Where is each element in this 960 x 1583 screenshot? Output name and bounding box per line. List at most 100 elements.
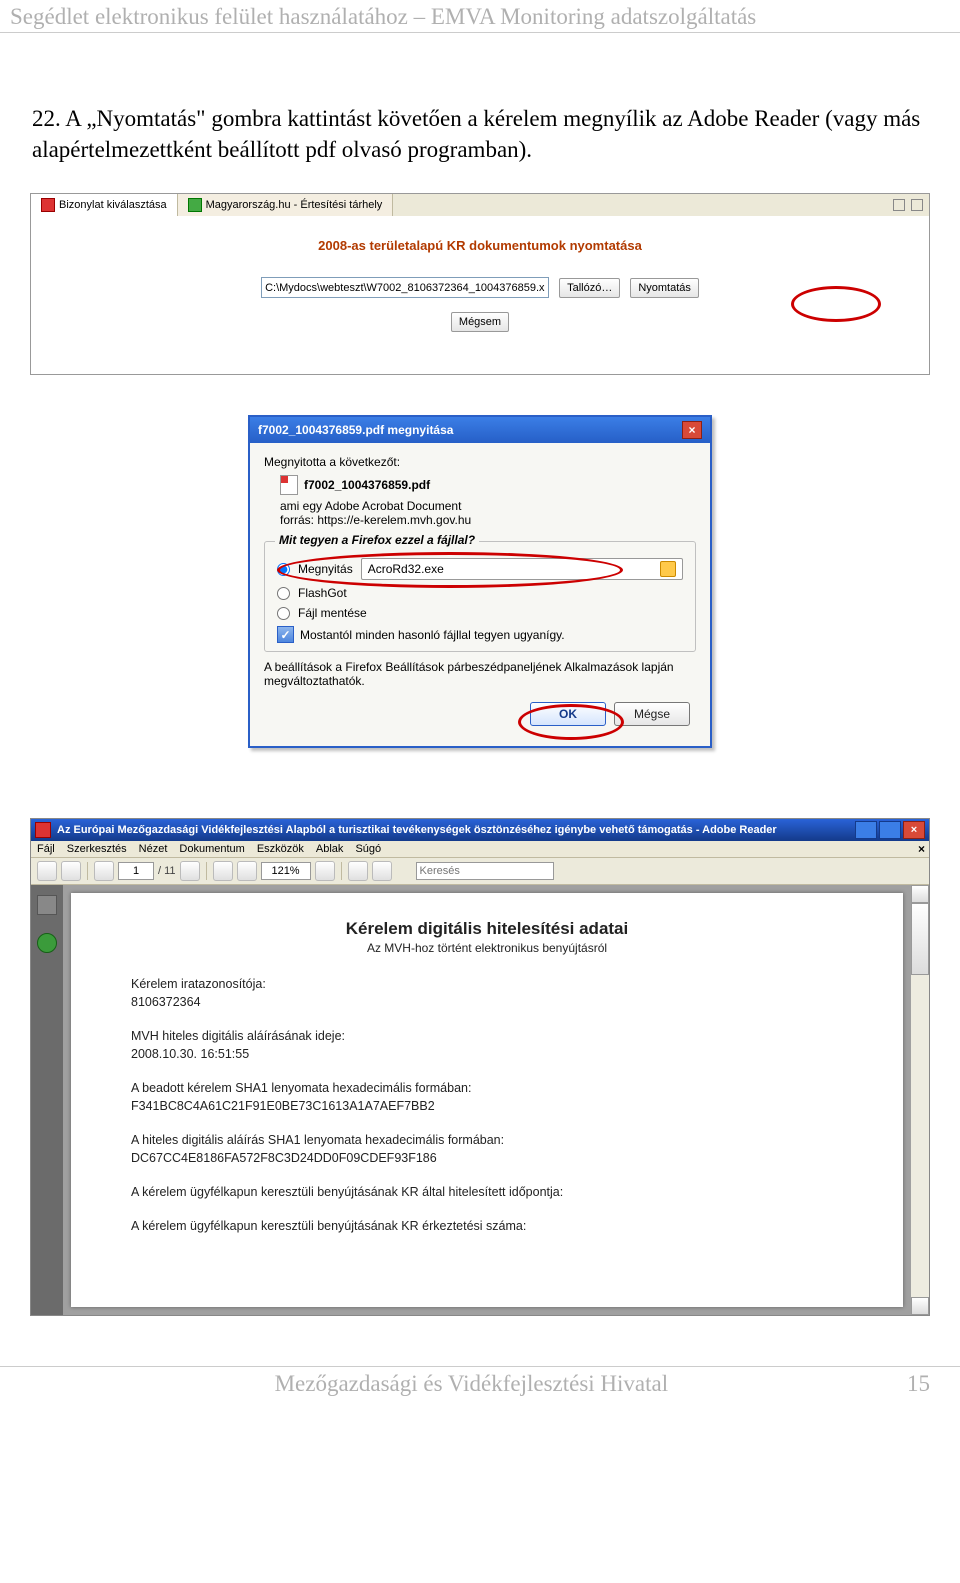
doc-value: F341BC8C4A61C21F91E0BE73C1613A1A7AEF7BB2 — [131, 1099, 843, 1113]
list-tabs-icon[interactable] — [911, 199, 923, 211]
cancel-button[interactable]: Mégsem — [451, 312, 509, 332]
opened-label: Megnyitotta a következőt: — [264, 455, 696, 469]
doc-line: A kérelem ügyfélkapun keresztüli benyújt… — [131, 1185, 843, 1199]
dialog-footer: OK Mégse — [264, 694, 696, 736]
tab-magyarorszag[interactable]: Magyarország.hu - Értesítési tárhely — [178, 194, 394, 216]
cancel-button[interactable]: Mégse — [614, 702, 690, 726]
zoom-input[interactable] — [261, 862, 311, 880]
print-button[interactable]: Nyomtatás — [630, 278, 699, 298]
new-tab-icon[interactable] — [893, 199, 905, 211]
reader-canvas: Kérelem digitális hitelesítési adatai Az… — [31, 885, 929, 1315]
zoom-in-icon[interactable] — [237, 861, 257, 881]
scroll-down-button[interactable] — [911, 1297, 929, 1315]
separator — [206, 862, 207, 880]
radio-open-row[interactable]: Megnyitás AcroRd32.exe — [277, 558, 683, 580]
filetype: ami egy Adobe Acrobat Document — [280, 499, 696, 513]
app-icon — [35, 822, 51, 838]
search-input[interactable] — [416, 862, 554, 880]
print-icon[interactable] — [37, 861, 57, 881]
radio-save-row[interactable]: Fájl mentése — [277, 606, 683, 620]
menu-eszkozok[interactable]: Eszközök — [257, 843, 304, 855]
document-header: Segédlet elektronikus felület használatá… — [0, 0, 960, 33]
reader-menubar: Fájl Szerkesztés Nézet Dokumentum Eszköz… — [31, 841, 929, 858]
tool-icon[interactable] — [348, 861, 368, 881]
scroll-track[interactable] — [911, 975, 929, 1297]
page-next-icon[interactable] — [180, 861, 200, 881]
radio-flashgot-row[interactable]: FlashGot — [277, 586, 683, 600]
reader-title: Az Európai Mezőgazdasági Vidékfejlesztés… — [57, 824, 777, 836]
doc-line: A hiteles digitális aláírás SHA1 lenyoma… — [131, 1133, 843, 1147]
document-viewport[interactable]: Kérelem digitális hitelesítési adatai Az… — [63, 885, 911, 1315]
reader-sidebar — [31, 885, 63, 1315]
menu-szerkesztes[interactable]: Szerkesztés — [67, 843, 127, 855]
always-check-row[interactable]: ✓ Mostantól minden hasonló fájllal tegye… — [277, 626, 683, 643]
reader-toolbar: / 11 — [31, 858, 929, 885]
tab-extra — [887, 194, 929, 216]
help-icon[interactable] — [37, 933, 57, 953]
doc-value: DC67CC4E8186FA572F8C3D24DD0F09CDEF93F186 — [131, 1151, 843, 1165]
page-prev-icon[interactable] — [94, 861, 114, 881]
checkbox-always[interactable]: ✓ — [277, 626, 294, 643]
file-row: f7002_1004376859.pdf — [280, 475, 696, 495]
menu-sugo[interactable]: Súgó — [355, 843, 381, 855]
doc-line: A beadott kérelem SHA1 lenyomata hexadec… — [131, 1081, 843, 1095]
doc-close-icon[interactable]: × — [918, 842, 925, 856]
doc-line: A kérelem ügyfélkapun keresztüli benyújt… — [131, 1219, 843, 1233]
zoom-dropdown-icon[interactable] — [315, 861, 335, 881]
separator — [87, 862, 88, 880]
menu-dokumentum[interactable]: Dokumentum — [179, 843, 244, 855]
tab-bar: Bizonylat kiválasztása Magyarország.hu -… — [31, 194, 929, 217]
doc-line: MVH hiteles digitális aláírásának ideje: — [131, 1029, 843, 1043]
scroll-thumb[interactable] — [911, 903, 929, 975]
tab-label: Bizonylat kiválasztása — [59, 199, 167, 211]
close-button[interactable]: × — [682, 421, 702, 439]
close-button[interactable]: × — [903, 821, 925, 839]
dialog-body: Megnyitotta a következőt: f7002_10043768… — [250, 443, 710, 746]
scrollbar[interactable] — [911, 885, 929, 1315]
pdf-page: Kérelem digitális hitelesítési adatai Az… — [71, 893, 903, 1307]
page-number: 15 — [907, 1371, 930, 1397]
checkbox-always-label: Mostantól minden hasonló fájllal tegyen … — [300, 628, 565, 642]
file-path-input[interactable] — [261, 277, 549, 298]
download-dialog: f7002_1004376859.pdf megnyitása × Megnyi… — [248, 415, 712, 748]
app-name: AcroRd32.exe — [368, 562, 444, 576]
page-total: / 11 — [158, 865, 176, 877]
menu-nezet[interactable]: Nézet — [139, 843, 168, 855]
ok-button[interactable]: OK — [530, 702, 606, 726]
tab-bizonylat[interactable]: Bizonylat kiválasztása — [31, 194, 178, 216]
settings-note: A beállítások a Firefox Beállítások párb… — [264, 660, 696, 688]
doc-value: 2008.10.30. 16:51:55 — [131, 1047, 843, 1061]
tool-icon[interactable] — [372, 861, 392, 881]
radio-flashgot-label: FlashGot — [298, 586, 347, 600]
source: forrás: https://e-kerelem.mvh.gov.hu — [280, 513, 696, 527]
radio-flashgot[interactable] — [277, 587, 290, 600]
menu-fajl[interactable]: Fájl — [37, 843, 55, 855]
radio-open-label: Megnyitás — [298, 562, 353, 576]
browser-content: 2008-as területalapú KR dokumentumok nyo… — [31, 216, 929, 374]
instruction-text: 22. A „Nyomtatás" gombra kattintást köve… — [0, 103, 960, 165]
page-current-input[interactable] — [118, 862, 154, 880]
dropdown-icon — [660, 561, 676, 577]
tab-label: Magyarország.hu - Értesítési tárhely — [206, 199, 383, 211]
minimize-button[interactable] — [855, 821, 877, 839]
pages-panel-icon[interactable] — [37, 895, 57, 915]
menu-ablak[interactable]: Ablak — [316, 843, 344, 855]
radio-open[interactable] — [277, 563, 290, 576]
adobe-reader-window: Az Európai Mezőgazdasági Vidékfejlesztés… — [30, 818, 930, 1316]
browse-button[interactable]: Tallózó… — [559, 278, 620, 298]
kr-page-title: 2008-as területalapú KR dokumentumok nyo… — [31, 238, 929, 253]
fieldset-legend: Mit tegyen a Firefox ezzel a fájllal? — [275, 533, 479, 547]
maximize-button[interactable] — [879, 821, 901, 839]
tab-icon — [188, 198, 202, 212]
reader-titlebar: Az Európai Mezőgazdasági Vidékfejlesztés… — [31, 819, 929, 841]
scroll-up-button[interactable] — [911, 885, 929, 903]
radio-save[interactable] — [277, 607, 290, 620]
save-icon[interactable] — [61, 861, 81, 881]
dialog-title: f7002_1004376859.pdf megnyitása — [258, 423, 453, 437]
pdf-icon — [280, 475, 298, 495]
tab-icon — [41, 198, 55, 212]
separator — [341, 862, 342, 880]
doc-line: Kérelem iratazonosítója: — [131, 977, 843, 991]
zoom-out-icon[interactable] — [213, 861, 233, 881]
app-select[interactable]: AcroRd32.exe — [361, 558, 683, 580]
